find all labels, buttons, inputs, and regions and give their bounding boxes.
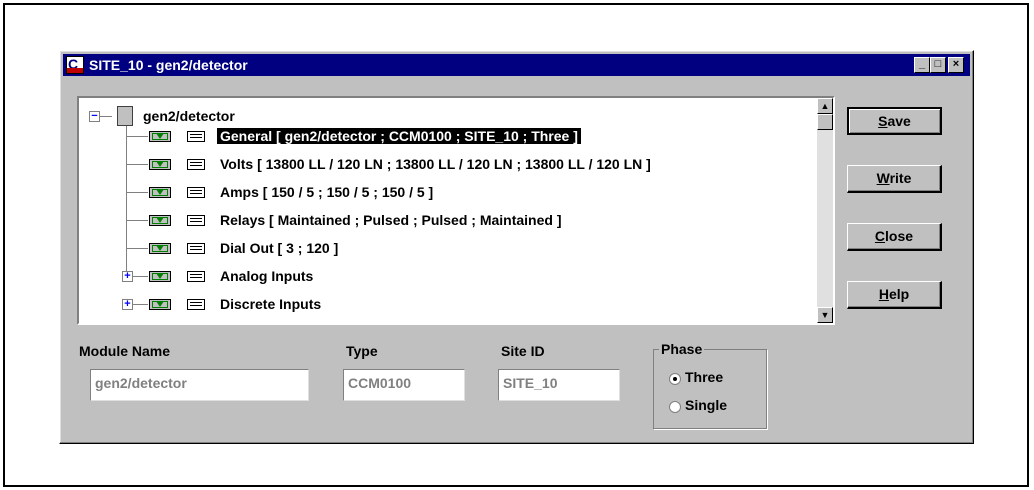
tree-item-general[interactable]: General [ gen2/detector ; CCM0100 ; SITE… xyxy=(217,126,581,146)
expand-icon[interactable]: + xyxy=(122,299,133,310)
module-name-label: Module Name xyxy=(79,343,171,359)
tree-connector xyxy=(126,126,127,278)
save-button[interactable]: Save xyxy=(847,107,942,135)
tree-connector xyxy=(126,248,148,249)
collapse-root-icon[interactable]: − xyxy=(89,111,100,122)
close-button[interactable]: Close xyxy=(847,223,942,251)
tree-connector xyxy=(100,116,112,117)
list-icon xyxy=(187,299,205,310)
title-bar[interactable]: C SITE_10 - gen2/detector _ □ × xyxy=(63,54,970,76)
tree-item-discrete-inputs[interactable]: Discrete Inputs xyxy=(220,294,321,314)
vertical-scrollbar[interactable]: ▲ ▼ xyxy=(817,98,833,323)
minimize-button[interactable]: _ xyxy=(914,57,930,73)
list-icon xyxy=(187,243,205,254)
help-button[interactable]: Help xyxy=(847,281,942,309)
tree-item-relays[interactable]: Relays [ Maintained ; Pulsed ; Pulsed ; … xyxy=(220,210,562,230)
module-icon xyxy=(117,106,133,126)
site-id-field[interactable]: SITE_10 xyxy=(498,369,620,401)
tree-connector xyxy=(126,164,148,165)
tree-connector xyxy=(126,192,148,193)
tree-view[interactable]: − gen2/detector General [ gen2/detector … xyxy=(77,96,835,325)
status-icon xyxy=(149,131,171,142)
scroll-thumb[interactable] xyxy=(817,114,833,130)
scroll-down-icon[interactable]: ▼ xyxy=(817,307,833,323)
list-icon xyxy=(187,215,205,226)
type-label: Type xyxy=(346,343,378,359)
list-icon xyxy=(187,271,205,282)
expand-icon[interactable]: + xyxy=(122,271,133,282)
tree-connector xyxy=(133,304,148,305)
type-field[interactable]: CCM0100 xyxy=(343,369,465,401)
tree-item-dial-out[interactable]: Dial Out [ 3 ; 120 ] xyxy=(220,238,338,258)
dialog-window: C SITE_10 - gen2/detector _ □ × − gen2/d… xyxy=(59,50,974,444)
phase-three-radio[interactable] xyxy=(669,373,681,385)
list-icon xyxy=(187,187,205,198)
tree-item-analog-inputs[interactable]: Analog Inputs xyxy=(220,266,313,286)
phase-groupbox: Phase Three Single xyxy=(653,341,767,429)
status-icon xyxy=(149,159,171,170)
tree-item-amps[interactable]: Amps [ 150 / 5 ; 150 / 5 ; 150 / 5 ] xyxy=(220,182,433,202)
status-icon xyxy=(149,271,171,282)
tree-connector xyxy=(126,220,148,221)
phase-title: Phase xyxy=(659,341,705,357)
app-icon[interactable]: C xyxy=(66,56,84,74)
tree-item-volts[interactable]: Volts [ 13800 LL / 120 LN ; 13800 LL / 1… xyxy=(220,154,651,174)
status-icon xyxy=(149,243,171,254)
status-icon xyxy=(149,187,171,198)
window-title: SITE_10 - gen2/detector xyxy=(89,57,248,73)
scroll-up-icon[interactable]: ▲ xyxy=(817,98,833,114)
tree-connector xyxy=(133,276,148,277)
tree-root[interactable]: gen2/detector xyxy=(143,106,235,126)
write-button[interactable]: Write xyxy=(847,165,942,193)
status-icon xyxy=(149,215,171,226)
maximize-button[interactable]: □ xyxy=(930,57,946,73)
status-icon xyxy=(149,299,171,310)
site-id-label: Site ID xyxy=(501,343,545,359)
tree-connector xyxy=(126,136,148,137)
phase-single-label[interactable]: Single xyxy=(685,397,727,413)
module-name-field[interactable]: gen2/detector xyxy=(90,369,309,401)
phase-three-label[interactable]: Three xyxy=(685,369,723,385)
list-icon xyxy=(187,159,205,170)
list-icon xyxy=(187,131,205,142)
close-window-button[interactable]: × xyxy=(948,57,964,73)
phase-single-radio[interactable] xyxy=(669,401,681,413)
